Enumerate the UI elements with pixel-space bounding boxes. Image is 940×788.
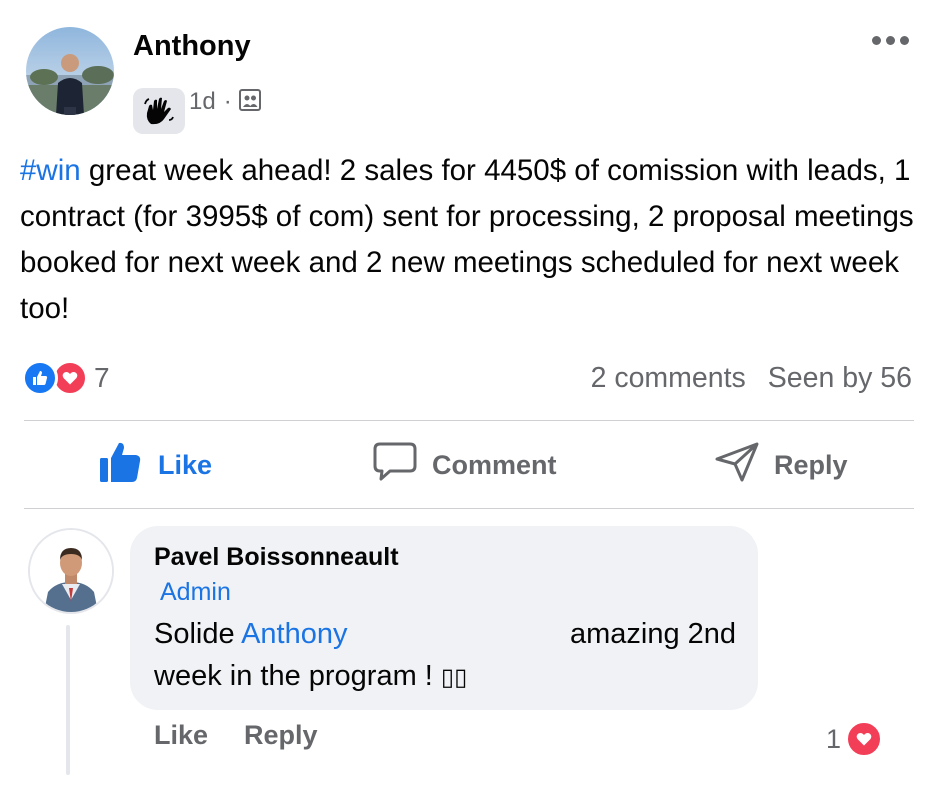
commenter-avatar[interactable] xyxy=(28,528,114,614)
comment-thread-line xyxy=(66,625,70,775)
post-body: #win great week ahead! 2 sales for 4450$… xyxy=(20,148,925,332)
love-reaction-icon xyxy=(845,720,884,758)
comment-button[interactable]: Comment xyxy=(372,440,557,490)
comment-text-after: amazing 2nd xyxy=(570,618,737,650)
admin-badge: Admin xyxy=(160,578,231,606)
meta-separator: · xyxy=(223,88,232,115)
comment-text-line2-text: week in the program ! xyxy=(154,660,441,692)
comment-text-line1: Solide Anthony xyxy=(154,618,348,651)
comment-reply-button[interactable]: Reply xyxy=(244,720,318,751)
comment-mention-link[interactable]: Anthony xyxy=(241,618,347,650)
waving-hand-icon[interactable] xyxy=(133,88,185,134)
post-text: great week ahead! 2 sales for 4450$ of c… xyxy=(20,154,914,325)
group-audience-icon xyxy=(238,88,262,117)
comment-text-before: Solide xyxy=(154,618,242,650)
comment-reaction-count: 1 xyxy=(826,723,842,754)
emoji-placeholder: ▯▯ xyxy=(440,664,468,691)
comments-count[interactable]: 2 comments xyxy=(591,362,746,395)
comment-reaction-summary[interactable]: 1 xyxy=(826,720,884,758)
hashtag-link[interactable]: #win xyxy=(20,154,81,187)
post-stats: 2 comments Seen by 56 xyxy=(591,362,912,395)
comment-text-line2: week in the program ! ▯▯ xyxy=(154,660,467,693)
thumbs-up-icon xyxy=(98,440,144,491)
commenter-name[interactable]: Pavel Boissonneault xyxy=(154,543,399,572)
reply-button[interactable]: Reply xyxy=(714,440,848,490)
comment-label: Comment xyxy=(432,449,557,480)
divider-bottom xyxy=(24,508,914,509)
comment-like-button[interactable]: Like xyxy=(154,720,208,751)
like-button[interactable]: Like xyxy=(98,440,212,490)
comment-bubble-icon xyxy=(372,441,418,490)
comment-actions: Like Reply xyxy=(154,720,318,751)
post-time[interactable]: 1d xyxy=(189,88,216,116)
reply-label: Reply xyxy=(774,449,848,480)
like-label: Like xyxy=(158,449,213,480)
reaction-count: 7 xyxy=(94,362,110,393)
post-meta: 1d · xyxy=(133,88,262,134)
send-arrow-icon xyxy=(714,441,760,490)
divider-top xyxy=(24,420,914,421)
seen-by-count[interactable]: Seen by 56 xyxy=(768,362,912,395)
reactions-summary[interactable]: 7 xyxy=(22,360,110,396)
author-avatar[interactable] xyxy=(26,27,114,115)
like-reaction-icon xyxy=(22,360,58,396)
more-options-icon[interactable] xyxy=(872,36,909,45)
post-author-name[interactable]: Anthony xyxy=(133,30,251,63)
